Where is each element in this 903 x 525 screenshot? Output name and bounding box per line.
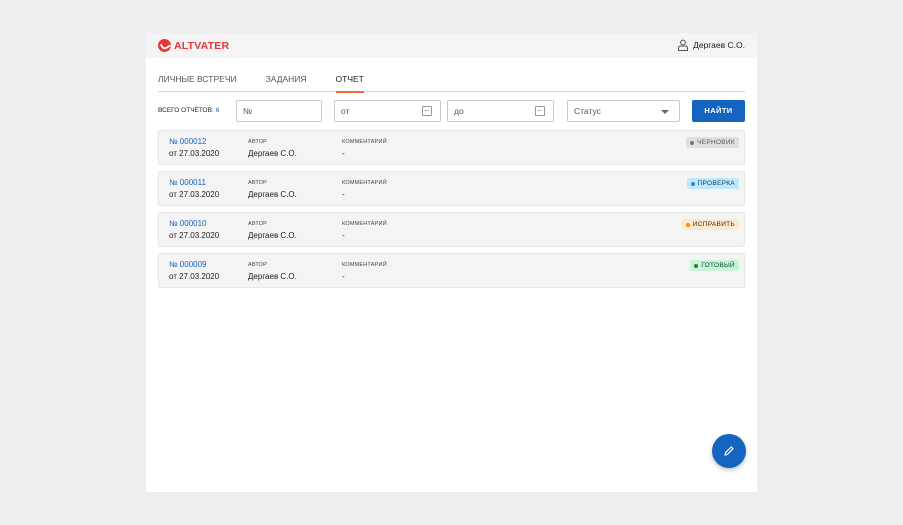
report-card[interactable]: № 000009 от 27.03.2020 автор Дергаев С.О…	[158, 253, 745, 288]
status-text: Готовый	[701, 262, 735, 269]
status-badge: Исправить	[681, 219, 739, 230]
user-icon	[678, 39, 689, 51]
report-number[interactable]: № 000010	[169, 219, 207, 228]
status-text: Черновик	[697, 139, 735, 146]
status-select-value: Статус	[574, 106, 601, 116]
status-text: Проверка	[697, 180, 735, 187]
author-value: Дергаев С.О.	[248, 231, 297, 240]
tab-personal-meetings[interactable]: ЛИЧНЫЕ ВСТРЕЧИ	[158, 70, 237, 92]
report-number[interactable]: № 000009	[169, 260, 207, 269]
date-to-input[interactable]: до	[447, 100, 554, 122]
status-dot	[690, 181, 695, 186]
date-from-input[interactable]: от	[334, 100, 441, 122]
comment-value: -	[342, 190, 345, 199]
status-dot	[694, 263, 699, 268]
chevron-down-icon	[661, 110, 669, 114]
tab-tasks[interactable]: ЗАДАНИЯ	[266, 70, 307, 92]
author-value: Дергаев С.О.	[248, 272, 297, 281]
status-text: Исправить	[692, 221, 735, 228]
user-menu[interactable]: Дергаев С.О.	[677, 39, 745, 51]
calendar-icon[interactable]	[535, 106, 545, 116]
filter-bar: Всего отчётов: 6 № от до Статус НАЙТИ	[158, 100, 745, 122]
tab-report[interactable]: ОТЧЕТ	[335, 70, 365, 93]
report-card[interactable]: № 000010 от 27.03.2020 автор Дергаев С.О…	[158, 212, 745, 247]
total-reports: Всего отчётов: 6	[158, 107, 219, 114]
report-card[interactable]: № 000011 от 27.03.2020 автор Дергаев С.О…	[158, 171, 745, 206]
edit-fab-button[interactable]	[712, 434, 746, 468]
comment-value: -	[342, 272, 345, 281]
logo-icon	[158, 39, 171, 52]
comment-label: Комментарий	[342, 139, 387, 145]
reports-list: № 000012 от 27.03.2020 автор Дергаев С.О…	[158, 130, 745, 294]
pencil-icon	[724, 446, 734, 456]
date-from-placeholder: от	[341, 106, 350, 116]
status-select[interactable]: Статус	[567, 100, 680, 122]
author-label: автор	[248, 262, 268, 268]
status-dot	[690, 140, 695, 145]
author-label: автор	[248, 221, 268, 227]
status-badge: Готовый	[690, 260, 739, 271]
comment-label: Комментарий	[342, 262, 387, 268]
find-button[interactable]: НАЙТИ	[692, 100, 745, 122]
author-value: Дергаев С.О.	[248, 149, 297, 158]
top-bar: ALTVATER Дергаев С.О.	[146, 33, 757, 58]
author-value: Дергаев С.О.	[248, 190, 297, 199]
author-label: автор	[248, 139, 268, 145]
date-to-placeholder: до	[454, 106, 464, 116]
number-input[interactable]: №	[236, 100, 322, 122]
calendar-icon[interactable]	[422, 106, 432, 116]
status-badge: Проверка	[686, 178, 739, 189]
logo[interactable]: ALTVATER	[158, 39, 229, 52]
app-window: ALTVATER Дергаев С.О. ЛИЧНЫЕ ВСТРЕЧИ ЗАД…	[146, 33, 757, 492]
report-number[interactable]: № 000012	[169, 137, 207, 146]
report-card[interactable]: № 000012 от 27.03.2020 автор Дергаев С.О…	[158, 130, 745, 165]
tab-bar: ЛИЧНЫЕ ВСТРЕЧИ ЗАДАНИЯ ОТЧЕТ	[158, 70, 745, 93]
total-label: Всего отчётов:	[158, 107, 214, 114]
report-number[interactable]: № 000011	[169, 178, 206, 187]
author-label: автор	[248, 180, 268, 186]
logo-text: ALTVATER	[174, 39, 230, 52]
comment-value: -	[342, 149, 345, 158]
comment-label: Комментарий	[342, 221, 387, 227]
total-count: 6	[215, 107, 220, 114]
report-date: от 27.03.2020	[169, 231, 220, 240]
comment-value: -	[342, 231, 345, 240]
report-date: от 27.03.2020	[169, 149, 220, 158]
report-date: от 27.03.2020	[169, 190, 220, 199]
status-dot	[685, 222, 690, 227]
status-badge: Черновик	[686, 137, 739, 148]
comment-label: Комментарий	[342, 180, 387, 186]
report-date: от 27.03.2020	[169, 272, 220, 281]
user-name: Дергаев С.О.	[693, 40, 745, 50]
